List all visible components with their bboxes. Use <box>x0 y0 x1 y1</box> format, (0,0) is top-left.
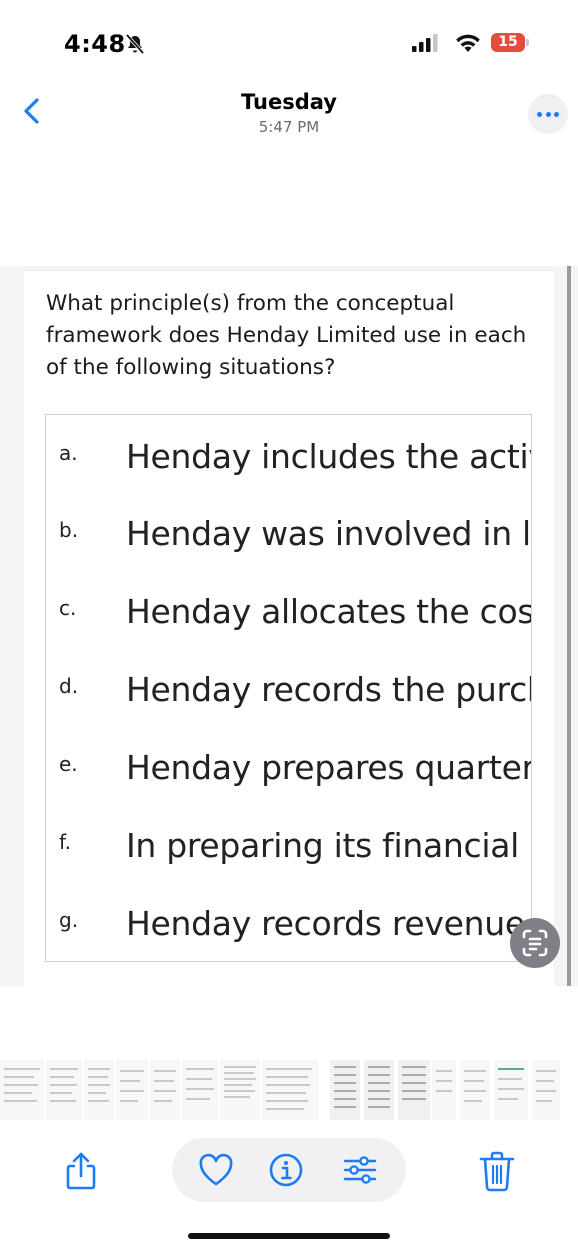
option-letter: c. <box>59 596 77 620</box>
heart-icon[interactable] <box>198 1153 234 1187</box>
option-row: g. Henday records revenue wh <box>46 890 531 950</box>
photo-thumbnail[interactable] <box>150 1060 180 1120</box>
option-row: a. Henday includes the activiti <box>46 423 531 483</box>
option-letter: d. <box>59 674 79 698</box>
photo-thumbnail[interactable] <box>262 1060 318 1120</box>
more-options-button[interactable] <box>528 94 568 134</box>
status-time: 4:48 <box>64 30 126 58</box>
photo-thumbnail[interactable] <box>432 1060 456 1120</box>
option-row: f. In preparing its financial sta <box>46 812 531 872</box>
option-text: Henday includes the activiti <box>126 437 531 476</box>
option-letter: b. <box>59 518 79 542</box>
photo-thumbnail[interactable] <box>532 1060 560 1120</box>
photo-thumbnail[interactable] <box>330 1060 360 1120</box>
option-row: e. Henday prepares quarterly <box>46 734 532 794</box>
battery-indicator: 15 <box>491 33 525 52</box>
option-row: b. Henday was involved in litig <box>46 500 531 560</box>
photo-thumbnail[interactable] <box>398 1060 430 1120</box>
photo-thumbnail[interactable] <box>220 1060 260 1120</box>
live-text-icon <box>522 929 548 957</box>
option-row: d. Henday records the purchas <box>46 656 531 716</box>
option-text: Henday prepares quarterly <box>126 748 532 787</box>
option-letter: g. <box>59 908 79 932</box>
more-dot-icon <box>545 112 551 117</box>
photo-thumbnail[interactable] <box>46 1060 82 1120</box>
photo-thumbnail[interactable] <box>182 1060 218 1120</box>
options-table: a. Henday includes the activiti b. Henda… <box>45 414 532 962</box>
photo-thumbnail[interactable] <box>116 1060 148 1120</box>
battery-tip <box>526 39 529 46</box>
share-icon[interactable] <box>60 1150 102 1192</box>
cellular-signal-icon <box>412 34 438 52</box>
option-text: Henday allocates the cost of <box>126 592 531 631</box>
option-text: In preparing its financial sta <box>126 826 531 865</box>
photo-thumbnail[interactable] <box>84 1060 114 1120</box>
photo-edge-bar <box>567 266 571 986</box>
trash-icon[interactable] <box>478 1150 516 1192</box>
photo-thumbnail[interactable] <box>494 1060 528 1120</box>
photo-thumbnail[interactable] <box>364 1060 394 1120</box>
wifi-icon <box>456 34 480 52</box>
adjust-icon[interactable] <box>342 1153 378 1187</box>
photo-date-title: Tuesday <box>241 90 337 114</box>
info-icon[interactable] <box>268 1152 304 1188</box>
option-letter: e. <box>59 752 78 776</box>
live-text-button[interactable] <box>510 918 560 968</box>
option-text: Henday records the purchas <box>126 670 531 709</box>
more-dot-icon <box>554 112 559 117</box>
photo-time-subtitle: 5:47 PM <box>258 118 320 136</box>
option-text: Henday records revenue wh <box>126 904 531 943</box>
photo-thumbnail[interactable] <box>0 1060 44 1120</box>
option-letter: f. <box>59 830 71 854</box>
home-indicator[interactable] <box>188 1233 390 1239</box>
more-dot-icon <box>537 112 542 117</box>
photo-thumbnail[interactable] <box>460 1060 490 1120</box>
option-row: c. Henday allocates the cost of <box>46 578 531 638</box>
bell-slash-icon <box>125 33 145 55</box>
question-text: What principle(s) from the conceptual fr… <box>46 291 527 380</box>
thumbnail-strip[interactable] <box>0 1060 578 1120</box>
option-letter: a. <box>59 441 78 465</box>
option-text: Henday was involved in litig <box>126 514 531 553</box>
